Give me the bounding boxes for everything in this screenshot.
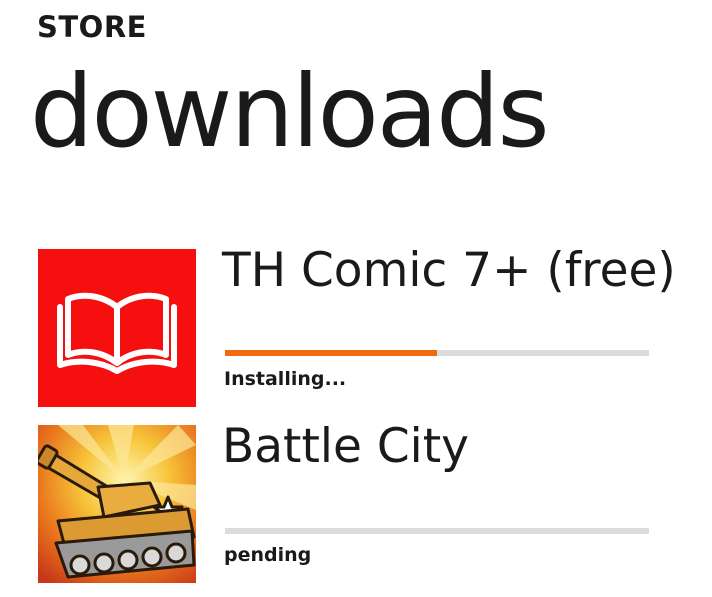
tank-game-icon bbox=[38, 425, 196, 583]
download-item-th-comic[interactable]: TH Comic 7+ (free) Installing... bbox=[38, 243, 698, 409]
download-item-name: TH Comic 7+ (free) bbox=[222, 243, 676, 298]
battle-city-app-tile[interactable] bbox=[38, 425, 196, 583]
open-book-icon bbox=[38, 249, 196, 407]
download-progress-bar bbox=[225, 350, 649, 356]
th-comic-app-tile[interactable] bbox=[38, 249, 196, 407]
download-progress-bar bbox=[225, 528, 649, 534]
app-label: STORE bbox=[37, 10, 147, 44]
download-status: Installing... bbox=[224, 368, 347, 390]
download-item-battle-city[interactable]: Battle City pending bbox=[38, 419, 698, 585]
page-title: downloads bbox=[30, 53, 550, 170]
download-item-name: Battle City bbox=[222, 419, 469, 474]
download-progress-fill bbox=[225, 350, 437, 356]
download-status: pending bbox=[224, 544, 312, 566]
